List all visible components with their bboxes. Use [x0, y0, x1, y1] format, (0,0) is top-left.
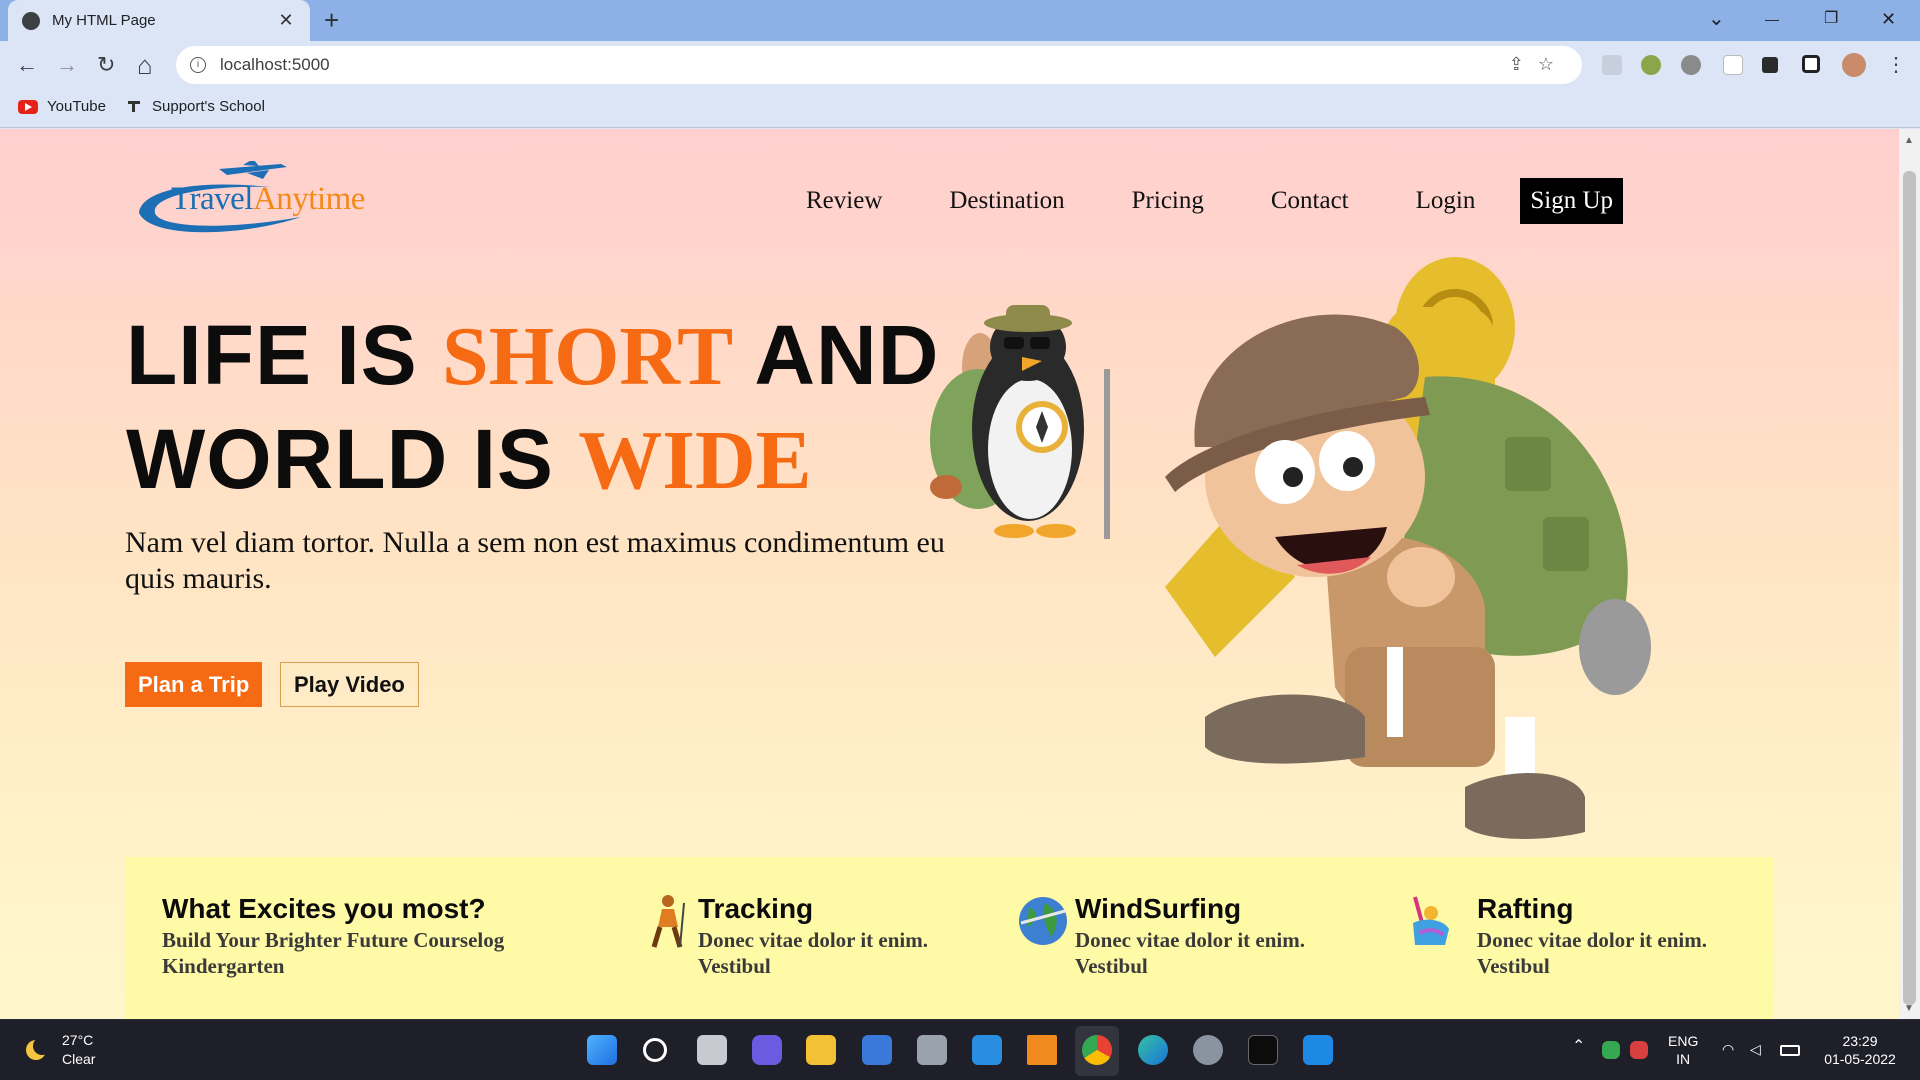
weather-widget[interactable]: 27°C Clear [26, 1031, 95, 1069]
weather-condition: Clear [62, 1051, 96, 1067]
youtube-icon [18, 99, 38, 114]
bookmark-supports-school[interactable]: Support's School [128, 98, 265, 115]
language-indicator[interactable]: ENG IN [1668, 1032, 1698, 1068]
camera-icon[interactable] [917, 1035, 947, 1065]
plan-trip-button[interactable]: Plan a Trip [125, 662, 263, 707]
chrome-icon[interactable] [1082, 1035, 1112, 1065]
vscode-icon[interactable] [1303, 1035, 1333, 1065]
page-viewport: TravelAnytime Review Destination Pricing… [0, 129, 1899, 1019]
start-icon[interactable] [587, 1035, 617, 1065]
l-app-icon[interactable] [972, 1035, 1002, 1065]
feature-intro: What Excites you most? Build Your Bright… [162, 893, 582, 979]
hero-paragraph: Nam vel diam tortor. Nulla a sem non est… [125, 526, 945, 595]
minimize-button[interactable]: — [1765, 4, 1779, 34]
rafting-icon [1413, 896, 1449, 945]
reload-button[interactable]: ↻ [97, 50, 115, 80]
url-text: localhost:5000 [220, 55, 330, 74]
page-scrollbar[interactable]: ▲ ▼ [1899, 129, 1920, 1019]
hero-headline: LIFE IS SHORT AND WORLD IS WIDE [126, 308, 940, 507]
signup-button[interactable]: Sign Up [1520, 178, 1623, 224]
logo-text: TravelAnytime [171, 181, 365, 217]
puzzle-icon[interactable] [1762, 57, 1778, 73]
weather-temp: 27°C [62, 1032, 94, 1048]
tab-strip: My HTML Page ✕ + ⌄ — ❐ ✕ [0, 0, 1920, 41]
side-panel-icon[interactable] [1802, 55, 1820, 73]
site-nav: Review Destination Pricing Contact Login… [806, 178, 1623, 224]
store-icon[interactable] [862, 1035, 892, 1065]
vlc-icon[interactable] [1027, 1035, 1057, 1065]
menu-kebab-icon[interactable]: ⋮ [1886, 50, 1906, 80]
file-explorer-icon[interactable] [806, 1035, 836, 1065]
address-bar[interactable]: i localhost:5000 ⇪☆ [176, 46, 1582, 84]
extension-b-icon[interactable] [1723, 55, 1743, 75]
windows-taskbar: 27°C Clear ⌃ ENG IN ◠ ◁ 23:29 01-05-2022 [0, 1019, 1920, 1080]
feature-intro-title: What Excites you most? [162, 893, 486, 924]
task-view-icon[interactable] [697, 1035, 727, 1065]
forward-button[interactable]: → [56, 50, 78, 80]
clock[interactable]: 23:29 01-05-2022 [1816, 1032, 1904, 1068]
tab-search-icon[interactable]: ⌄ [1708, 4, 1725, 34]
nav-login[interactable]: Login [1416, 187, 1476, 215]
boy-explorer-illustration [1165, 257, 1651, 839]
battery-icon[interactable] [1780, 1045, 1800, 1056]
nav-pricing[interactable]: Pricing [1132, 187, 1204, 215]
globe-icon [1019, 897, 1067, 945]
reading-list-icon[interactable] [1602, 55, 1622, 75]
tray-q-icon[interactable] [1602, 1041, 1620, 1059]
teams-chat-icon[interactable] [752, 1035, 782, 1065]
profile-avatar-icon[interactable] [1842, 53, 1866, 77]
features-section: What Excites you most? Build Your Bright… [125, 857, 1774, 1019]
site-logo[interactable]: TravelAnytime [131, 159, 381, 241]
extension-bug-icon[interactable] [1681, 55, 1701, 75]
nav-review[interactable]: Review [806, 187, 882, 215]
settings-gear-icon[interactable] [1193, 1035, 1223, 1065]
edge-icon[interactable] [1138, 1035, 1168, 1065]
school-icon [128, 100, 140, 113]
browser-tab[interactable]: My HTML Page ✕ [8, 0, 310, 41]
nav-destination[interactable]: Destination [949, 187, 1064, 215]
feature-windsurfing[interactable]: WindSurfing Donec vitae dolor it enim. V… [1075, 893, 1375, 979]
restore-button[interactable]: ❐ [1824, 4, 1838, 34]
back-button[interactable]: ← [16, 50, 38, 80]
bookmarks-bar: YouTube Support's School [0, 89, 1920, 128]
scroll-down-icon[interactable]: ▼ [1904, 1003, 1914, 1014]
search-icon[interactable] [643, 1038, 667, 1062]
bookmark-label: YouTube [47, 98, 106, 115]
new-tab-button[interactable]: + [324, 6, 339, 34]
extension-icon[interactable] [1641, 55, 1661, 75]
volume-icon[interactable]: ◁ [1750, 1040, 1761, 1058]
feature-rafting[interactable]: Rafting Donec vitae dolor it enim. Vesti… [1477, 893, 1777, 979]
tab-title: My HTML Page [52, 12, 156, 29]
play-video-button[interactable]: Play Video [280, 662, 419, 707]
penguin-hiker-illustration [930, 305, 1110, 539]
nav-contact[interactable]: Contact [1271, 187, 1349, 215]
tray-chevron-icon[interactable]: ⌃ [1572, 1038, 1585, 1056]
browser-toolbar: ← → ↻ ⌂ i localhost:5000 ⇪☆ ⋮ [0, 41, 1920, 89]
moon-icon [26, 1037, 51, 1060]
scroll-thumb[interactable] [1903, 171, 1916, 1005]
feature-tracking[interactable]: Tracking Donec vitae dolor it enim. Vest… [698, 893, 998, 979]
terminal-icon[interactable] [1248, 1035, 1278, 1065]
share-bookmark-icons[interactable]: ⇪☆ [1509, 54, 1568, 75]
bookmark-label: Support's School [152, 98, 265, 115]
bookmark-youtube[interactable]: YouTube [18, 98, 106, 115]
scroll-up-icon[interactable]: ▲ [1904, 135, 1914, 146]
tray-dropbox-icon[interactable] [1630, 1041, 1648, 1059]
close-window-button[interactable]: ✕ [1881, 4, 1896, 34]
wifi-icon[interactable]: ◠ [1722, 1040, 1734, 1058]
close-tab-icon[interactable]: ✕ [276, 10, 296, 31]
feature-intro-subtitle: Build Your Brighter Future Courselog Kin… [162, 928, 505, 978]
home-button[interactable]: ⌂ [137, 50, 153, 80]
site-info-icon[interactable]: i [190, 57, 206, 73]
hiker-icon [651, 895, 685, 948]
globe-icon [22, 11, 40, 30]
